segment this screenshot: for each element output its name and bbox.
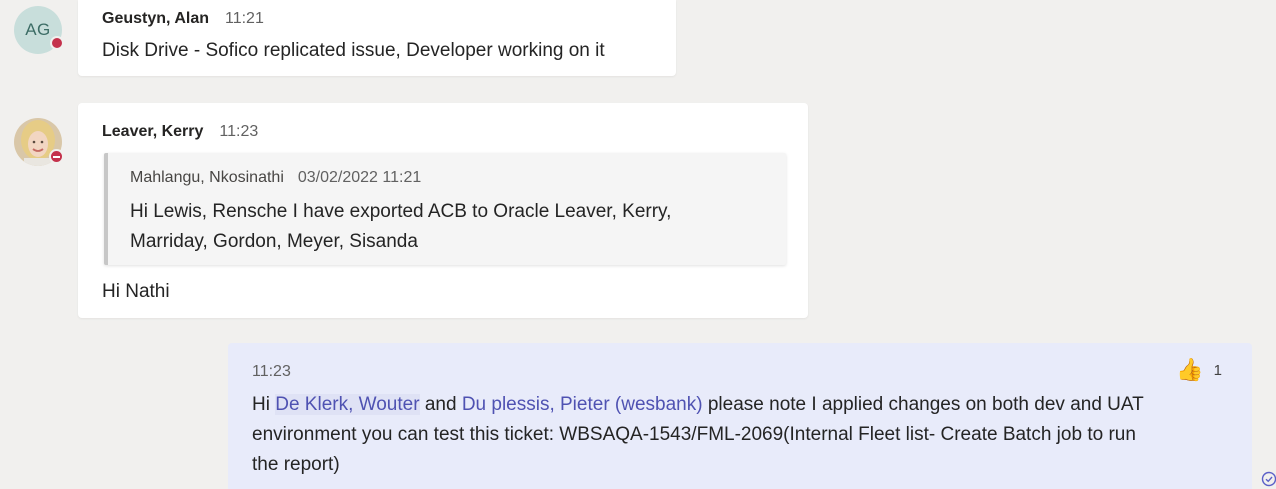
message-bubble[interactable]: Leaver, Kerry 11:23 Mahlangu, Nkosinathi 0… (78, 103, 808, 318)
avatar-initials: AG (25, 20, 51, 39)
do-not-disturb-icon (49, 149, 64, 164)
quoted-message[interactable]: Mahlangu, Nkosinathi 03/02/2022 11:21 Hi … (104, 153, 786, 265)
own-message-bubble[interactable]: 11:23 👍 1 Hi De Klerk, Wouter and Du ple… (228, 343, 1252, 489)
busy-status-icon (50, 36, 64, 50)
message-time: 11:21 (224, 10, 264, 27)
message-time: 11:23 (252, 363, 291, 380)
message-bubble[interactable]: Geustyn, Alan 11:21 Disk Drive - Sofico r… (78, 0, 676, 76)
message-avatar-alan[interactable]: AG (14, 6, 64, 54)
reaction-count: 1 (1213, 361, 1222, 379)
seen-check-icon (1261, 471, 1276, 487)
message-text: Hi (252, 394, 270, 415)
quote-timestamp: 03/02/2022 11:21 (297, 169, 422, 186)
reaction-like[interactable]: 👍 1 (1176, 357, 1222, 383)
message-text-line: the report) (252, 454, 340, 475)
quote-text-line: Hi Lewis, Rensche I have exported ACB to… (130, 201, 672, 222)
message-avatar-kerry[interactable] (14, 118, 64, 166)
message-text: Hi Nathi (102, 281, 170, 302)
message-text: please note I applied changes on both de… (707, 394, 1144, 415)
quote-author: Mahlangu, Nkosinathi (130, 169, 284, 186)
message-text: and (424, 394, 457, 415)
quote-text-line: Marriday, Gordon, Meyer, Sisanda (130, 231, 418, 252)
message-text-line: environment you can test this ticket: WB… (252, 424, 1136, 445)
thumbs-up-icon: 👍 (1176, 357, 1204, 382)
mention-de-klerk[interactable]: De Klerk, Wouter (275, 394, 420, 415)
message-text: Disk Drive - Sofico replicated issue, De… (102, 40, 605, 61)
message-author[interactable]: Leaver, Kerry (102, 123, 203, 140)
mention-du-plessis[interactable]: Du plessis, Pieter (wesbank) (462, 394, 703, 415)
message-time: 11:23 (219, 123, 259, 140)
message-author[interactable]: Geustyn, Alan (102, 10, 209, 27)
